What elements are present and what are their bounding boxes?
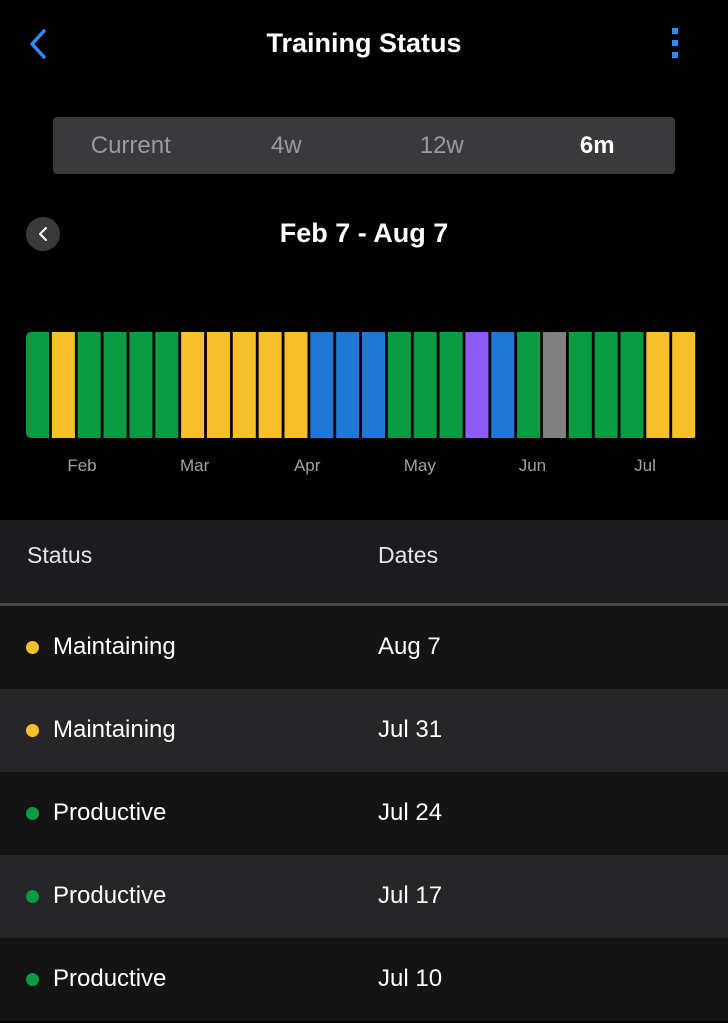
chart-bar[interactable] <box>594 332 618 438</box>
chart-bar[interactable] <box>362 332 386 438</box>
row-date: Aug 7 <box>378 633 441 660</box>
status-dot <box>26 973 39 986</box>
chart-bar[interactable] <box>155 332 179 438</box>
x-tick-label: May <box>404 456 437 475</box>
chart-bar[interactable] <box>465 332 489 438</box>
chart-bar[interactable] <box>413 332 437 438</box>
row-date: Jul 31 <box>378 716 443 743</box>
chart-bar[interactable] <box>517 332 541 438</box>
chart-bar[interactable] <box>284 332 308 438</box>
table-row[interactable]: Maintaining Jul 31 <box>0 689 728 772</box>
tab-6m[interactable]: 6m <box>520 132 676 160</box>
chart-bar[interactable] <box>568 332 592 438</box>
training-status-chart: Feb Mar Apr May Jun Jul <box>26 332 696 475</box>
more-vertical-icon <box>672 28 678 58</box>
chart-bar[interactable] <box>620 332 644 438</box>
chart-bar[interactable] <box>387 332 411 438</box>
chart-bar[interactable] <box>51 332 75 438</box>
tab-4w[interactable]: 4w <box>209 132 365 160</box>
nav-bar: Training Status <box>0 0 728 90</box>
chart-bar[interactable] <box>77 332 101 438</box>
range-segmented-control: Current 4w 12w 6m <box>53 117 675 174</box>
row-status: Productive <box>53 799 167 826</box>
page-title: Training Status <box>266 28 462 58</box>
chart-bar[interactable] <box>672 332 696 438</box>
x-tick-label: Feb <box>67 456 96 475</box>
date-range-label: Feb 7 - Aug 7 <box>279 218 449 248</box>
x-tick-label: Mar <box>180 456 210 475</box>
table-row[interactable]: Productive Jul 10 <box>0 938 728 1021</box>
chart-bar[interactable] <box>103 332 127 438</box>
status-dot <box>26 641 39 654</box>
row-status: Maintaining <box>53 716 176 743</box>
table-row[interactable]: Productive Jul 17 <box>0 855 728 938</box>
x-tick-label: Apr <box>294 456 321 475</box>
status-dot <box>26 890 39 903</box>
row-status: Productive <box>53 965 167 992</box>
chart-bar[interactable] <box>129 332 153 438</box>
chart-bar[interactable] <box>439 332 463 438</box>
x-tick-label: Jun <box>519 456 546 475</box>
chart-bar[interactable] <box>491 332 515 438</box>
chart-bar[interactable] <box>26 332 50 438</box>
chart-bar[interactable] <box>181 332 205 438</box>
status-dot <box>26 724 39 737</box>
row-date: Jul 24 <box>378 799 443 826</box>
table-row[interactable]: Productive Jul 24 <box>0 772 728 855</box>
status-column-header: Status <box>27 542 93 568</box>
row-date: Jul 17 <box>378 882 443 909</box>
chart-bar[interactable] <box>542 332 566 438</box>
chart-bar[interactable] <box>258 332 282 438</box>
tab-current[interactable]: Current <box>53 132 209 160</box>
row-status: Maintaining <box>53 633 176 660</box>
status-list: Maintaining Aug 7 Maintaining Jul 31 Pro… <box>0 606 728 1021</box>
x-tick-label: Jul <box>634 456 656 475</box>
more-options-button[interactable] <box>660 24 690 64</box>
row-date: Jul 10 <box>378 965 443 992</box>
chart-bar[interactable] <box>232 332 256 438</box>
table-row[interactable]: Maintaining Aug 7 <box>0 606 728 689</box>
chart-bar[interactable] <box>646 332 670 438</box>
chart-bar[interactable] <box>206 332 230 438</box>
table-header: Status Dates <box>0 520 728 606</box>
dates-column-header: Dates <box>378 542 439 568</box>
row-status: Productive <box>53 882 167 909</box>
tab-12w[interactable]: 12w <box>364 132 520 160</box>
chart-bar[interactable] <box>310 332 334 438</box>
status-dot <box>26 807 39 820</box>
chart-bar[interactable] <box>336 332 360 438</box>
